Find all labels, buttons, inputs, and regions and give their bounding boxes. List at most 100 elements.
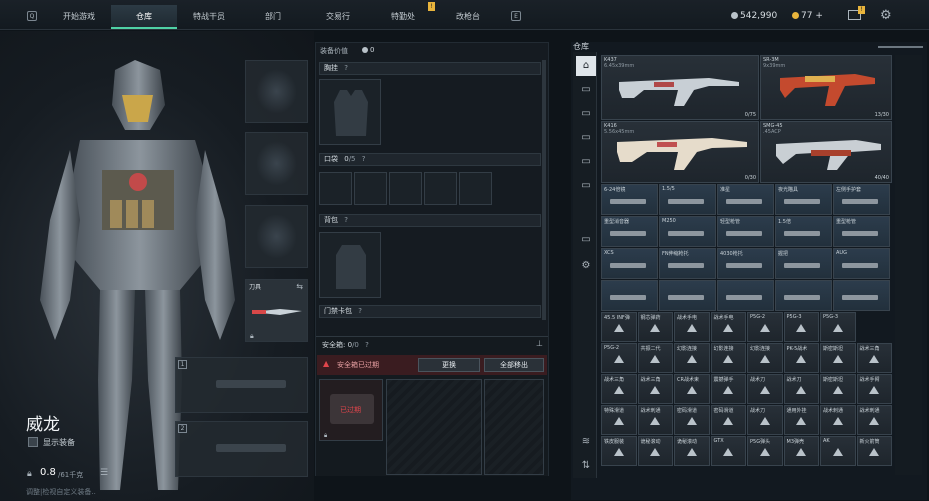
help-icon[interactable]: ?	[362, 155, 366, 163]
part-cell[interactable]: M250	[659, 216, 716, 247]
ammo-cell[interactable]: 战术刺通	[820, 405, 856, 435]
layers-icon[interactable]: ≋	[576, 432, 596, 452]
safe-grid-area-1[interactable]	[386, 379, 482, 475]
ammo-cell[interactable]: P5G弹头	[747, 436, 783, 466]
pocket-slot-4[interactable]	[424, 172, 457, 205]
armor-slot[interactable]	[245, 132, 308, 195]
ammo-cell[interactable]: 幻影连接	[674, 343, 710, 373]
prev-tab-key[interactable]: Q	[27, 11, 37, 21]
primary-weapon-slot-1[interactable]: 1	[175, 357, 308, 413]
container-filter-icon[interactable]: ▭	[576, 230, 596, 250]
weapon-cell[interactable]: K437 6.45x39mm 0/75	[601, 55, 759, 120]
ammo-cell[interactable]: P5G-2	[601, 343, 637, 373]
ammo-cell[interactable]: P5G-2	[747, 312, 783, 342]
remove-all-button[interactable]: 全部移出	[484, 358, 544, 372]
part-cell[interactable]	[601, 280, 658, 311]
ammo-cell[interactable]: 战术刀	[747, 405, 783, 435]
help-icon[interactable]: ?	[344, 216, 348, 224]
ammo-cell[interactable]: 诡秘滚动	[674, 436, 710, 466]
part-cell[interactable]	[659, 280, 716, 311]
part-cell[interactable]: 1.5倍	[775, 216, 832, 247]
ammo-cell[interactable]: 通用外挂	[783, 405, 819, 435]
ammo-cell[interactable]: CR战术束	[674, 374, 710, 404]
sort-icon[interactable]: ⇅	[576, 456, 596, 476]
ammo-cell[interactable]: 钢芯弹药	[637, 312, 673, 342]
tab-gunsmith[interactable]: 改枪台	[435, 5, 501, 29]
help-icon[interactable]: ?	[365, 341, 369, 349]
ammo-cell[interactable]: 特殊滑道	[601, 405, 637, 435]
tab-operators[interactable]: 特战干员	[177, 5, 241, 29]
ammo-cell[interactable]: 密码滑道	[674, 405, 710, 435]
tab-trade[interactable]: 交易行	[305, 5, 371, 29]
chest-rig-slot[interactable]	[319, 79, 381, 145]
part-cell[interactable]: XCS	[601, 248, 658, 279]
bag-filter-icon[interactable]: ▭	[576, 128, 596, 148]
weapon-cell[interactable]: SR-3M 9x39mm 13/30	[760, 55, 892, 120]
ammo-cell[interactable]: PK-5战术	[783, 343, 819, 373]
ammo-cell[interactable]: 诡秘滚动	[637, 436, 673, 466]
ammo-cell[interactable]: 震撼弹手	[710, 374, 746, 404]
ammo-cell[interactable]: 战术三角	[637, 374, 673, 404]
ammo-cell[interactable]: 战术三角	[601, 374, 637, 404]
next-tab-key[interactable]: E	[511, 11, 521, 21]
ammo-cell[interactable]: 战术手电	[674, 312, 710, 342]
ammo-cell[interactable]: M3弹壳	[783, 436, 819, 466]
pocket-slot-1[interactable]	[319, 172, 352, 205]
part-cell[interactable]	[775, 280, 832, 311]
gear-icon[interactable]: ⚙	[880, 8, 892, 23]
ammo-cell[interactable]: 共振二代	[637, 343, 673, 373]
tab-start-game[interactable]: 开始游戏	[47, 5, 111, 29]
backpack-slot[interactable]	[319, 232, 381, 298]
gear-icon[interactable]: ⚙	[576, 256, 596, 276]
pocket-slot-3[interactable]	[389, 172, 422, 205]
part-cell[interactable]: 轻型枪管	[717, 216, 774, 247]
part-cell[interactable]: 6-24倍镜	[601, 184, 658, 215]
ammo-cell[interactable]: 战术三角	[856, 343, 892, 373]
warehouse-scrollbar[interactable]	[895, 55, 922, 475]
ammo-cell[interactable]: 铁皮服装	[601, 436, 637, 466]
loadout-scrollbar[interactable]	[542, 60, 546, 320]
medical-filter-icon[interactable]: ▭	[576, 176, 596, 196]
part-cell[interactable]: 4030枪托	[717, 248, 774, 279]
ammo-cell[interactable]: 战术手电	[710, 312, 746, 342]
currency-secondary[interactable]: 77 +	[792, 11, 823, 21]
tab-special-ops[interactable]: 特勤处	[371, 5, 435, 29]
armor-filter-icon[interactable]: ▭	[576, 104, 596, 124]
warehouse-home-icon[interactable]: ⌂	[576, 56, 596, 76]
replace-button[interactable]: 更换	[418, 358, 480, 372]
part-cell[interactable]: FN伸缩枪托	[659, 248, 716, 279]
pistol-slot[interactable]	[245, 205, 308, 268]
part-cell[interactable]: 左侧手护套	[833, 184, 890, 215]
help-icon[interactable]: ?	[344, 64, 348, 72]
safe-box-item[interactable]: 已过期 🔒︎	[319, 379, 383, 441]
swap-icon[interactable]: ⇆	[296, 282, 303, 291]
ammo-cell[interactable]: 斯密斯坦	[820, 343, 856, 373]
part-cell[interactable]: AUG	[833, 248, 890, 279]
weapon-filter-icon[interactable]: ▭	[576, 80, 596, 100]
part-cell[interactable]: 准星	[717, 184, 774, 215]
pocket-slot-2[interactable]	[354, 172, 387, 205]
safe-grid-area-2[interactable]	[484, 379, 544, 475]
ammo-cell[interactable]: AK	[820, 436, 856, 466]
list-icon[interactable]: ☰	[100, 468, 108, 478]
part-cell[interactable]: 握把	[775, 248, 832, 279]
ammo-cell[interactable]: 新火箭筒	[856, 436, 892, 466]
ammo-cell[interactable]: P5G-3	[783, 312, 819, 342]
show-gear-checkbox[interactable]	[28, 437, 38, 447]
part-cell[interactable]	[833, 280, 890, 311]
part-cell[interactable]: 夜光瞄具	[775, 184, 832, 215]
melee-slot[interactable]: 刀具 ⇆ 🔒︎	[245, 279, 308, 342]
part-cell[interactable]: 1.5/5	[659, 184, 716, 215]
helmet-slot[interactable]	[245, 60, 308, 123]
ammo-cell[interactable]: 斯密斯坦	[820, 374, 856, 404]
help-icon[interactable]: ?	[358, 307, 362, 315]
tab-warehouse[interactable]: 仓库	[111, 5, 177, 29]
ammo-cell[interactable]: 幻影连接	[747, 343, 783, 373]
weapon-cell[interactable]: SMG-45 .45ACP 40/40	[760, 121, 892, 183]
pin-icon[interactable]: ⊥	[536, 339, 543, 348]
ammo-cell[interactable]: GTX	[710, 436, 746, 466]
ammo-cell[interactable]: 战术刺通	[856, 405, 892, 435]
primary-weapon-slot-2[interactable]: 2	[175, 421, 308, 477]
ammo-cell[interactable]: 战术刀	[783, 374, 819, 404]
ammo-cell[interactable]: 45.5 INF弹	[601, 312, 637, 342]
